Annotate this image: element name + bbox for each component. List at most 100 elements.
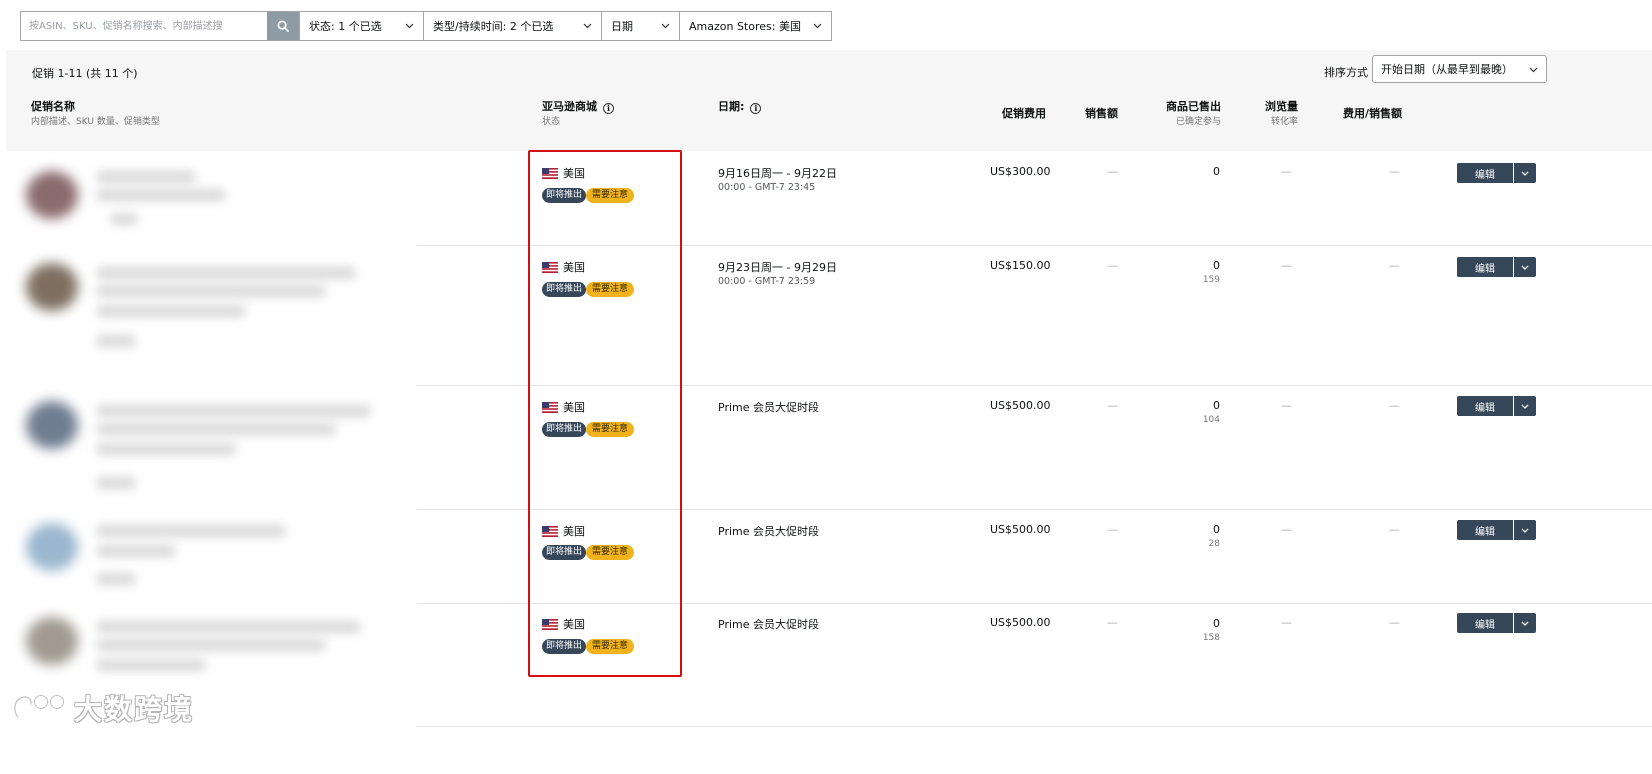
- blurred-text: [96, 525, 286, 537]
- blurred-text: [96, 305, 246, 317]
- sort-value: 开始日期（从最早到最晚）: [1381, 63, 1513, 76]
- promotion-fee: US$500.00: [990, 523, 1051, 536]
- promotion-row: 美国 即将推出 需要注意 Prime 会员大促时段 US$500.00 — 0 …: [0, 603, 1652, 727]
- list-header: 促销 1-11 (共 11 个) 排序方式 开始日期（从最早到最晚） 促销名称 …: [6, 50, 1652, 151]
- status-filter-label: 状态: 1 个已选: [309, 20, 382, 33]
- fee-ratio-value: —: [1389, 399, 1400, 412]
- info-icon[interactable]: i: [603, 103, 614, 114]
- time-range: 00:00 - GMT-7 23:59: [718, 276, 816, 287]
- caret-down-icon: [1521, 171, 1529, 176]
- column-header-sales: 销售额: [1056, 107, 1118, 121]
- blurred-text: [96, 545, 176, 557]
- units-sold: 0: [1213, 617, 1220, 630]
- promotion-row: 美国 即将推出 需要注意 9月16日周一 - 9月22日 00:00 - GMT…: [0, 151, 1652, 245]
- views-value: —: [1281, 616, 1292, 629]
- blurred-text: [96, 189, 226, 201]
- edit-options-button[interactable]: [1514, 163, 1536, 183]
- type-duration-filter-dropdown[interactable]: 类型/持续时间: 2 个已选: [424, 11, 602, 41]
- units-sold: 0: [1213, 165, 1220, 178]
- date-filter-dropdown[interactable]: 日期: [602, 11, 680, 41]
- blurred-text: [96, 171, 196, 183]
- promotion-row: 美国 即将推出 需要注意 Prime 会员大促时段 US$500.00 — 0 …: [0, 385, 1652, 509]
- blurred-text: [96, 423, 336, 435]
- column-store-label: 亚马逊商城: [542, 100, 597, 113]
- date-filter-label: 日期: [611, 20, 633, 33]
- promotion-fee: US$500.00: [990, 616, 1051, 629]
- sales-value: —: [1107, 165, 1118, 178]
- units-sold: 0: [1213, 399, 1220, 412]
- search-input[interactable]: [21, 12, 267, 40]
- product-thumbnail: [26, 171, 78, 219]
- caret-down-icon: [1521, 621, 1529, 626]
- product-thumbnail: [26, 263, 78, 311]
- blurred-text: [110, 213, 138, 225]
- edit-split-button: 编辑: [1457, 257, 1536, 277]
- blurred-text: [96, 621, 361, 633]
- fee-ratio-value: —: [1389, 523, 1400, 536]
- edit-options-button[interactable]: [1514, 396, 1536, 416]
- units-sold: 0: [1213, 523, 1220, 536]
- date-range: Prime 会员大促时段: [718, 525, 819, 538]
- column-views-label: 浏览量: [1265, 100, 1298, 113]
- time-range: 00:00 - GMT-7 23:45: [718, 182, 816, 193]
- promotion-row: 美国 即将推出 需要注意 9月23日周一 - 9月29日 00:00 - GMT…: [0, 245, 1652, 385]
- search-button[interactable]: [267, 12, 299, 40]
- watermark-text: 大数跨境: [74, 693, 195, 726]
- column-header-fee: 促销费用: [966, 107, 1046, 121]
- sort-dropdown[interactable]: 开始日期（从最早到最晚）: [1372, 55, 1547, 83]
- units-committed: 104: [1202, 415, 1220, 425]
- column-fee-ratio-label: 费用/销售额: [1342, 107, 1402, 120]
- column-header-fee-ratio: 费用/销售额: [1306, 107, 1402, 121]
- date-range: Prime 会员大促时段: [718, 401, 819, 414]
- chevron-down-icon: [1529, 63, 1538, 76]
- blurred-text: [96, 639, 326, 651]
- views-value: —: [1281, 399, 1292, 412]
- edit-split-button: 编辑: [1457, 613, 1536, 633]
- caret-down-icon: [1521, 265, 1529, 270]
- search-icon: [277, 20, 289, 32]
- edit-options-button[interactable]: [1514, 613, 1536, 633]
- result-count: 促销 1-11 (共 11 个): [32, 67, 138, 80]
- filter-bar: 状态: 1 个已选 类型/持续时间: 2 个已选 日期 Amazon Store…: [20, 11, 832, 41]
- blurred-text: [96, 573, 136, 585]
- sales-value: —: [1107, 523, 1118, 536]
- watermark-logo-icon: [12, 693, 66, 720]
- product-thumbnail: [26, 401, 78, 449]
- units-committed: 159: [1202, 275, 1220, 285]
- promotion-fee: US$150.00: [990, 259, 1051, 272]
- column-date-label: 日期:: [718, 100, 745, 113]
- watermark: 大数跨境: [10, 688, 194, 728]
- sales-value: —: [1107, 259, 1118, 272]
- fee-ratio-value: —: [1389, 259, 1400, 272]
- blurred-text: [96, 285, 326, 297]
- chevron-down-icon: [813, 23, 822, 29]
- edit-options-button[interactable]: [1514, 257, 1536, 277]
- column-store-sub: 状态: [542, 117, 561, 127]
- blurred-text: [96, 405, 371, 417]
- column-views-sub: 转化率: [1270, 117, 1298, 127]
- edit-button[interactable]: 编辑: [1457, 396, 1513, 416]
- caret-down-icon: [1521, 404, 1529, 409]
- promotion-fee: US$500.00: [990, 399, 1051, 412]
- blurred-text: [96, 477, 136, 489]
- edit-split-button: 编辑: [1457, 520, 1536, 540]
- edit-button[interactable]: 编辑: [1457, 257, 1513, 277]
- date-range: Prime 会员大促时段: [718, 618, 819, 631]
- info-icon[interactable]: i: [750, 103, 762, 114]
- sales-value: —: [1107, 399, 1118, 412]
- blurred-text: [96, 659, 206, 671]
- status-filter-dropdown[interactable]: 状态: 1 个已选: [300, 11, 424, 41]
- edit-options-button[interactable]: [1514, 520, 1536, 540]
- promotion-row: 美国 即将推出 需要注意 Prime 会员大促时段 US$500.00 — 0 …: [0, 509, 1652, 603]
- views-value: —: [1281, 523, 1292, 536]
- type-duration-filter-label: 类型/持续时间: 2 个已选: [433, 20, 554, 33]
- search-box: [20, 11, 300, 41]
- edit-button[interactable]: 编辑: [1457, 520, 1513, 540]
- column-sales-label: 销售额: [1085, 107, 1118, 120]
- column-header-date: 日期: i: [718, 100, 762, 114]
- fee-ratio-value: —: [1389, 165, 1400, 178]
- fee-ratio-value: —: [1389, 616, 1400, 629]
- store-filter-dropdown[interactable]: Amazon Stores: 美国: [680, 11, 832, 41]
- edit-button[interactable]: 编辑: [1457, 163, 1513, 183]
- edit-button[interactable]: 编辑: [1457, 613, 1513, 633]
